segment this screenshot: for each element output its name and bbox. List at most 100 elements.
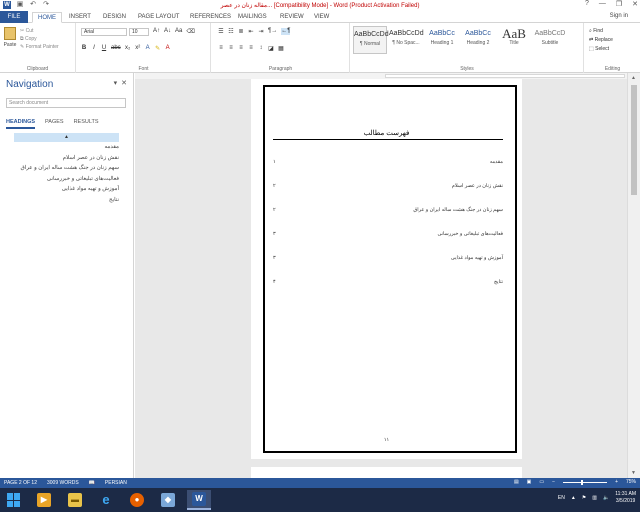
scroll-down-icon[interactable]: ▼ [631, 470, 636, 476]
scroll-thumb[interactable] [631, 85, 637, 195]
volume-icon[interactable]: 🔈 [603, 495, 609, 501]
shading-icon[interactable]: ◪ [268, 45, 274, 52]
proofing-icon[interactable]: 📖 [89, 480, 95, 486]
next-page[interactable] [251, 467, 522, 478]
rtl-icon[interactable]: ←¶ [281, 28, 291, 35]
copy-button[interactable]: ⧉ Copy [20, 35, 59, 43]
style-subtitle[interactable]: AaBbCcD Subtitle [533, 26, 567, 54]
search-document-input[interactable]: Search document [6, 98, 126, 108]
font-size-box[interactable]: 10 [129, 28, 149, 36]
heading-item[interactable]: سهم زنان در جنگ هشت ساله ایران و عراق [14, 163, 119, 174]
change-case-icon[interactable]: Aa [175, 28, 182, 35]
toc-entry[interactable]: مقدمه ۱ [273, 159, 503, 167]
paste-button[interactable]: Paste [3, 27, 17, 51]
taskbar-media-player[interactable]: ▶ [32, 490, 56, 510]
pane-options-icon[interactable]: ▾ [114, 79, 118, 87]
zoom-level[interactable]: 75% [626, 479, 636, 485]
text-effects-icon[interactable]: A [145, 45, 151, 52]
nav-tab-results[interactable]: RESULTS [74, 119, 99, 129]
flag-icon[interactable]: ⚑ [582, 495, 586, 501]
scroll-up-icon[interactable]: ▲ [631, 75, 636, 81]
word-count-status[interactable]: 3009 WORDS [47, 480, 79, 486]
tab-mailings[interactable]: MAILINGS [238, 12, 267, 23]
input-language[interactable]: EN [558, 495, 565, 501]
subscript-icon[interactable]: x₂ [125, 45, 131, 52]
bullets-icon[interactable]: ☰ [218, 28, 224, 35]
tab-design[interactable]: DESIGN [103, 12, 126, 23]
collapse-heading-icon[interactable]: ▲ [14, 133, 119, 142]
strikethrough-icon[interactable]: abc [111, 45, 121, 52]
style-no-spacing[interactable]: AaBbCcDd ¶ No Spac... [389, 26, 424, 54]
network-icon[interactable]: ▥ [592, 495, 597, 501]
italic-icon[interactable]: I [91, 45, 97, 52]
style-normal[interactable]: AaBbCcDd ¶ Normal [353, 26, 389, 54]
taskbar-file-explorer[interactable]: ▬ [63, 490, 87, 510]
heading-item[interactable]: فعالیت‌های تبلیغاتی و خبررسانی [14, 174, 119, 185]
font-name-box[interactable]: Arial [81, 28, 127, 36]
tab-review[interactable]: REVIEW [280, 12, 304, 23]
zoom-slider[interactable] [563, 479, 608, 485]
tab-file[interactable]: FILE [0, 11, 28, 23]
taskbar-internet-explorer[interactable]: e [94, 490, 118, 510]
clear-format-icon[interactable]: ⌫ [186, 28, 194, 35]
start-button[interactable] [2, 490, 26, 510]
zoom-out-icon[interactable]: − [552, 479, 555, 485]
document-page[interactable]: فهرست مطالب مقدمه ۱ نقش زنان در عصر اسلا… [251, 79, 522, 459]
toc-entry[interactable]: سهم زنان در جنگ هشت ساله ایران و عراق ۲ [273, 207, 503, 215]
print-layout-icon[interactable]: ▣ [527, 479, 532, 485]
heading-item[interactable]: نتایج [14, 195, 119, 206]
replace-button[interactable]: ⇄ Replace [589, 36, 613, 45]
page-count-status[interactable]: PAGE 2 OF 12 [4, 480, 37, 486]
style-heading-2[interactable]: AaBbCc Heading 2 [461, 26, 495, 54]
select-button[interactable]: ⬚ Select [589, 45, 613, 54]
multilevel-list-icon[interactable]: ≣ [238, 28, 244, 35]
close-icon[interactable]: ✕ [632, 0, 638, 8]
heading-item[interactable]: آموزش و تهیه مواد غذایی [14, 184, 119, 195]
pane-close-icon[interactable]: ✕ [121, 79, 127, 87]
toc-entry[interactable]: نتایج ۴ [273, 279, 503, 287]
read-mode-icon[interactable]: ▤ [514, 479, 519, 485]
help-icon[interactable]: ? [585, 0, 589, 8]
superscript-icon[interactable]: x² [135, 45, 141, 52]
tab-insert[interactable]: INSERT [69, 12, 91, 23]
align-left-icon[interactable]: ≡ [218, 45, 224, 52]
language-status[interactable]: PERSIAN [105, 480, 127, 486]
toc-entry[interactable]: آموزش و تهیه مواد غذایی ۳ [273, 255, 503, 263]
tab-home[interactable]: HOME [32, 12, 62, 23]
format-painter-button[interactable]: ✎ Format Painter [20, 43, 59, 51]
line-spacing-icon[interactable]: ↕ [258, 45, 264, 52]
tab-references[interactable]: REFERENCES [190, 12, 231, 23]
increase-indent-icon[interactable]: ⇥ [258, 28, 264, 35]
tab-view[interactable]: VIEW [314, 12, 329, 23]
style-heading-1[interactable]: AaBbCc Heading 1 [425, 26, 459, 54]
minimize-icon[interactable]: — [599, 0, 606, 8]
borders-icon[interactable]: ▦ [278, 45, 284, 52]
web-layout-icon[interactable]: ▭ [539, 479, 544, 485]
heading-item[interactable]: مقدمه [14, 142, 119, 153]
justify-icon[interactable]: ≡ [248, 45, 254, 52]
find-button[interactable]: ⌕ Find [589, 27, 613, 36]
taskbar-word[interactable]: W [187, 490, 211, 510]
taskbar-app[interactable]: ◆ [156, 490, 180, 510]
toc-entry[interactable]: نقش زنان در عصر اسلام ۲ [273, 183, 503, 191]
tab-page-layout[interactable]: PAGE LAYOUT [138, 12, 179, 23]
cut-button[interactable]: ✂ Cut [20, 27, 59, 35]
highlight-icon[interactable]: ✎ [155, 45, 161, 52]
heading-item[interactable]: نقش زنان در عصر اسلام [14, 153, 119, 164]
nav-tab-headings[interactable]: HEADINGS [6, 119, 36, 129]
ltr-icon[interactable]: ¶→ [268, 28, 277, 35]
vertical-scrollbar[interactable]: ▲ ▼ [627, 73, 640, 478]
shrink-font-icon[interactable]: A↓ [164, 28, 171, 35]
sign-in-link[interactable]: Sign in [610, 13, 628, 19]
zoom-in-icon[interactable]: + [615, 479, 618, 485]
numbering-icon[interactable]: ☷ [228, 28, 234, 35]
nav-tab-pages[interactable]: PAGES [45, 119, 64, 129]
align-center-icon[interactable]: ≡ [228, 45, 234, 52]
decrease-indent-icon[interactable]: ⇤ [248, 28, 254, 35]
align-right-icon[interactable]: ≡ [238, 45, 244, 52]
clock[interactable]: 11:31 AM 3/5/2019 [615, 491, 636, 505]
font-color-icon[interactable]: A [165, 45, 171, 52]
restore-icon[interactable]: ❐ [616, 0, 622, 8]
zoom-slider-thumb[interactable] [581, 479, 584, 485]
document-area[interactable]: فهرست مطالب مقدمه ۱ نقش زنان در عصر اسلا… [135, 79, 627, 478]
